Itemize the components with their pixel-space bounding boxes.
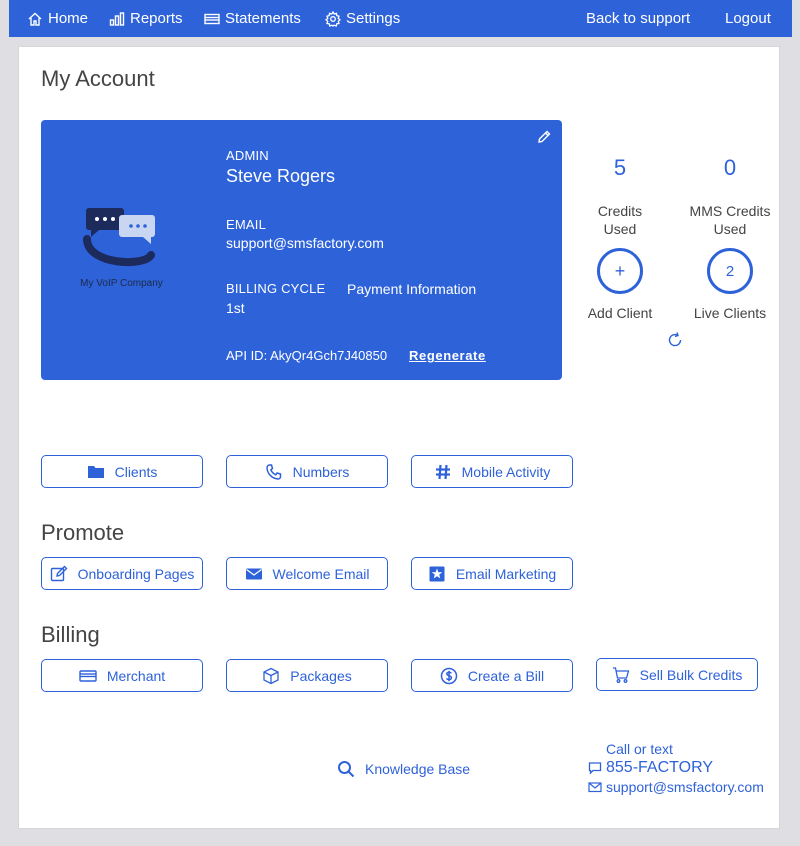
sell-bulk-credits-button-label: Sell Bulk Credits [639,666,743,683]
box-icon [263,667,279,684]
email-marketing-button-label: Email Marketing [455,565,557,582]
welcome-email-button[interactable]: Welcome Email [226,557,388,590]
phone-number: 855-FACTORY [606,759,714,776]
folder-icon [87,465,104,478]
live-clients-label: Live Clients [693,305,767,321]
home-icon [28,12,42,26]
mail-icon [588,782,602,793]
onboarding-pages-button-label: Onboarding Pages [77,565,195,582]
account-card: My VoIP Company ADMIN Steve Rogers EMAIL… [41,120,562,380]
packages-button[interactable]: Packages [226,659,388,692]
nav-logout-label: Logout [725,10,771,27]
email-marketing-button[interactable]: Email Marketing [411,557,573,590]
gear-icon [325,10,341,27]
payment-information-link[interactable]: Payment Information [347,281,476,297]
envelope-icon [245,568,262,579]
nav-logout[interactable]: Logout [725,0,771,37]
credits-used-label-wrap: Credits Used [570,202,670,238]
pencil-icon[interactable] [536,129,552,145]
merchant-button-label: Merchant [106,667,166,684]
email-row[interactable]: support@smsfactory.com [588,779,764,795]
mms-credits-label: MMS Credits Used [689,203,771,237]
shopping-cart-icon [612,666,630,683]
knowledge-base-label: Knowledge Base [365,761,471,777]
billing-section-title: Billing [41,622,100,647]
account-email: support@smsfactory.com [226,235,384,251]
chat-bubble-icon [588,762,602,775]
nav-statements[interactable]: Statements [204,0,301,37]
search-icon [338,761,355,778]
nav-home[interactable]: Home [27,0,88,37]
phone-icon [265,463,281,480]
account-name: Steve Rogers [226,166,336,186]
refresh-icon[interactable] [666,331,684,349]
nav-reports[interactable]: Reports [109,0,183,37]
contact-block: Call or text 855-FACTORY support@smsfact… [588,741,764,795]
nav-back-to-support[interactable]: Back to support [586,0,690,37]
onboarding-pages-button[interactable]: Onboarding Pages [41,557,203,590]
mms-credits-stat: 0 [680,155,780,181]
numbers-button-label: Numbers [292,463,350,480]
phone-row[interactable]: 855-FACTORY [588,759,764,777]
logo-caption: My VoIP Company [80,278,163,289]
credits-used-value: 5 [613,155,627,180]
knowledge-base-link[interactable]: Knowledge Base [337,760,470,778]
nav-home-label: Home [48,10,89,27]
bar-chart-icon [109,11,125,26]
nav-statements-label: Statements [225,10,301,27]
nav-settings-label: Settings [346,10,401,27]
email-label: EMAIL [226,217,267,232]
regenerate-link[interactable]: Regenerate [409,348,486,363]
merchant-button[interactable]: Merchant [41,659,203,692]
clients-button[interactable]: Clients [41,455,203,488]
main-panel: My Account My VoIP Company ADMIN Steve R… [18,46,780,829]
credit-card-icon [79,669,97,682]
welcome-email-button-label: Welcome Email [272,565,370,582]
dollar-circle-icon [440,667,458,684]
create-bill-button-label: Create a Bill [467,667,545,684]
mms-credits-label-wrap: MMS Credits Used [680,202,780,238]
page-title: My Account [41,66,155,91]
billing-cycle-label: BILLING CYCLE [226,281,326,296]
live-clients-badge[interactable]: 2 [707,248,753,294]
company-logo [83,208,155,267]
nav-settings[interactable]: Settings [325,0,400,37]
numbers-button[interactable]: Numbers [226,455,388,488]
nav-reports-label: Reports [130,10,183,27]
add-client-button[interactable]: + [597,248,643,294]
mobile-activity-button-label: Mobile Activity [461,463,551,480]
live-clients-value: 2 [725,262,735,280]
add-client-symbol: + [614,260,626,281]
api-id-label: API ID: [226,348,268,363]
create-bill-button[interactable]: Create a Bill [411,659,573,692]
mobile-activity-button[interactable]: Mobile Activity [411,455,573,488]
clients-button-label: Clients [114,463,158,480]
nav-back-label: Back to support [586,10,691,27]
card-icon [204,13,220,24]
top-navbar: Home Reports Statements Settings Back to… [9,0,792,37]
hashtag-icon [435,464,450,479]
call-or-text-label: Call or text [606,741,673,757]
star-badge-icon [429,566,445,581]
credits-used-stat: 5 [570,155,670,181]
add-client-label: Add Client [587,305,653,321]
credits-used-label: Credits Used [597,203,643,237]
mms-credits-value: 0 [723,155,737,180]
edit-square-icon [50,565,68,581]
support-email: support@smsfactory.com [606,779,764,795]
packages-button-label: Packages [290,667,352,684]
promote-section-title: Promote [41,520,125,545]
api-id-value: AkyQr4Gch7J40850 [270,348,388,363]
billing-cycle-value: 1st [226,300,245,316]
role-label: ADMIN [226,148,269,163]
sell-bulk-credits-button[interactable]: Sell Bulk Credits [596,658,758,691]
